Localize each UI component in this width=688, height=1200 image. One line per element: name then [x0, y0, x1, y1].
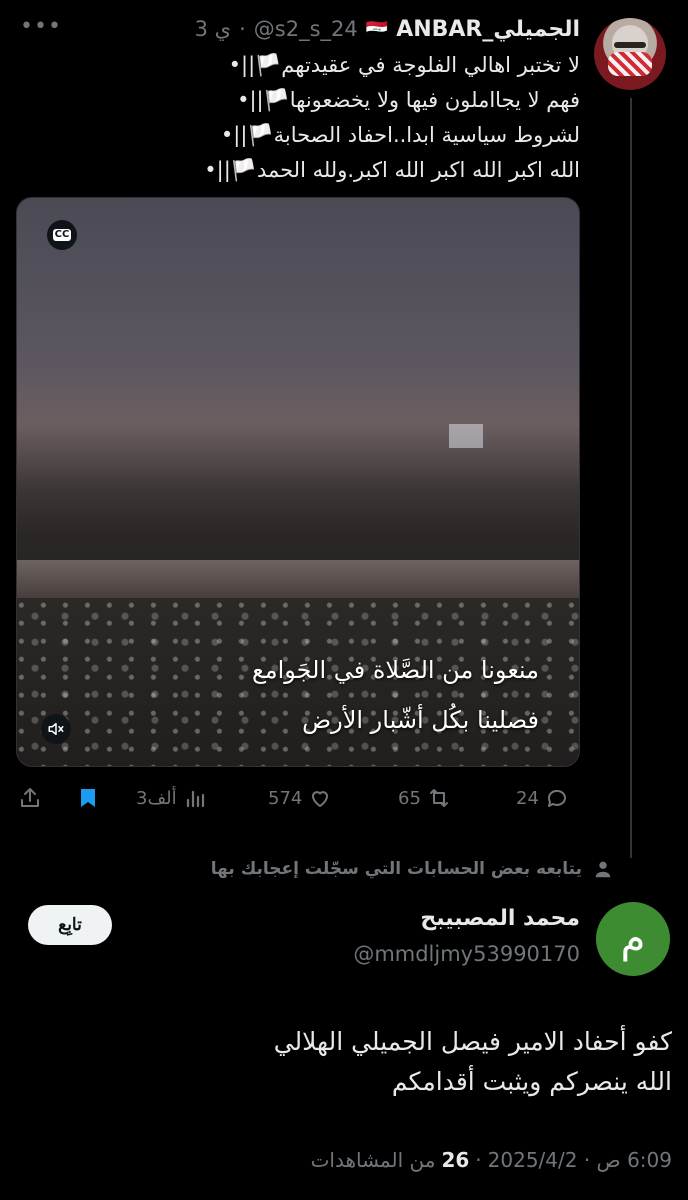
reply-line: الله ينصركم ويثبت أقدامكم — [391, 1067, 672, 1096]
reply-line: كفو أحفاد الامير فيصل الجميلي الهلالي — [273, 1027, 672, 1056]
display-name[interactable]: الجميلي_ANBAR — [396, 17, 580, 42]
timestamp[interactable]: 6:09 ص · 2025/4/2 — [488, 1148, 672, 1172]
avatar[interactable]: م — [596, 902, 670, 976]
more-options-icon[interactable]: ••• — [20, 14, 62, 39]
likes-count: 574 — [268, 787, 303, 809]
reply-button[interactable]: 24 — [516, 780, 569, 816]
follow-button[interactable]: تابِع — [28, 905, 112, 945]
repost-button[interactable]: 65 — [398, 780, 451, 816]
bookmark-button[interactable] — [76, 780, 100, 816]
handle[interactable]: @s2_s_24 — [254, 17, 358, 41]
social-context: يتابعه بعض الحسابات التي سجّلت إعجابك به… — [211, 858, 614, 880]
thread-connector — [630, 98, 632, 858]
tweet-line: لا تختبر اهالي الفلوجة في عقيدتهم🏳️||• — [228, 53, 580, 77]
cc-icon: CC — [52, 229, 72, 241]
tweet-line: فهم لا يجااملون فيها ولا يخضعونها🏳️||• — [237, 88, 580, 112]
video-caption: فصلينا بكُل أشّبار الأرض — [302, 706, 539, 734]
bookmark-icon — [81, 789, 95, 807]
tweet-meta: 6:09 ص · 2025/4/2 · 26 من المشاهدات — [310, 1148, 672, 1172]
comment-icon — [547, 789, 566, 807]
views-label: من المشاهدات — [310, 1148, 436, 1172]
tweet-actions: 3ألف 574 65 24 — [18, 780, 580, 816]
repost-icon — [429, 789, 448, 807]
views-count: 26 — [441, 1148, 470, 1172]
views-count: 3ألف — [136, 787, 177, 809]
avatar-letter: م — [620, 916, 646, 962]
person-icon — [595, 861, 611, 878]
tweet-text: لا تختبر اهالي الفلوجة في عقيدتهم🏳️||• ف… — [110, 48, 580, 188]
reposts-count: 65 — [398, 787, 421, 809]
video-caption: منعونا من الصَّلاة في الجَوامع — [251, 656, 539, 684]
analytics-icon — [186, 790, 204, 808]
reply-text: كفو أحفاد الامير فيصل الجميلي الهلالي ال… — [32, 1022, 672, 1102]
tweet-line: لشروط سياسية ابدا..احفاد الصحابة🏳️||• — [220, 123, 580, 147]
heart-icon — [312, 791, 329, 807]
share-icon — [21, 788, 39, 807]
replies-count: 24 — [516, 787, 539, 809]
flag-emoji: 🇮🇶 — [365, 18, 389, 40]
views-button[interactable]: 3ألف — [136, 780, 207, 816]
video-player[interactable]: CC منعونا من الصَّلاة في الجَوامع فصلينا… — [16, 197, 580, 767]
social-context-text: يتابعه بعض الحسابات التي سجّلت إعجابك به… — [210, 859, 582, 879]
avatar[interactable] — [594, 18, 666, 90]
mute-button[interactable] — [41, 714, 71, 744]
share-button[interactable] — [18, 780, 42, 816]
tweet-line: الله اكبر الله اكبر الله اكبر.ولله الحمد… — [204, 158, 580, 182]
display-name[interactable]: محمد المصبيبح — [420, 906, 580, 931]
captions-button[interactable]: CC — [47, 220, 77, 250]
tweet-header: الجميلي_ANBAR 🇮🇶 @s2_s_24 · 3 ي — [194, 16, 580, 42]
handle[interactable]: @mmdljmy53990170 — [353, 942, 580, 966]
tweet-time[interactable]: 3 ي — [195, 17, 231, 41]
like-button[interactable]: 574 — [268, 780, 332, 816]
speaker-muted-icon — [48, 723, 64, 735]
